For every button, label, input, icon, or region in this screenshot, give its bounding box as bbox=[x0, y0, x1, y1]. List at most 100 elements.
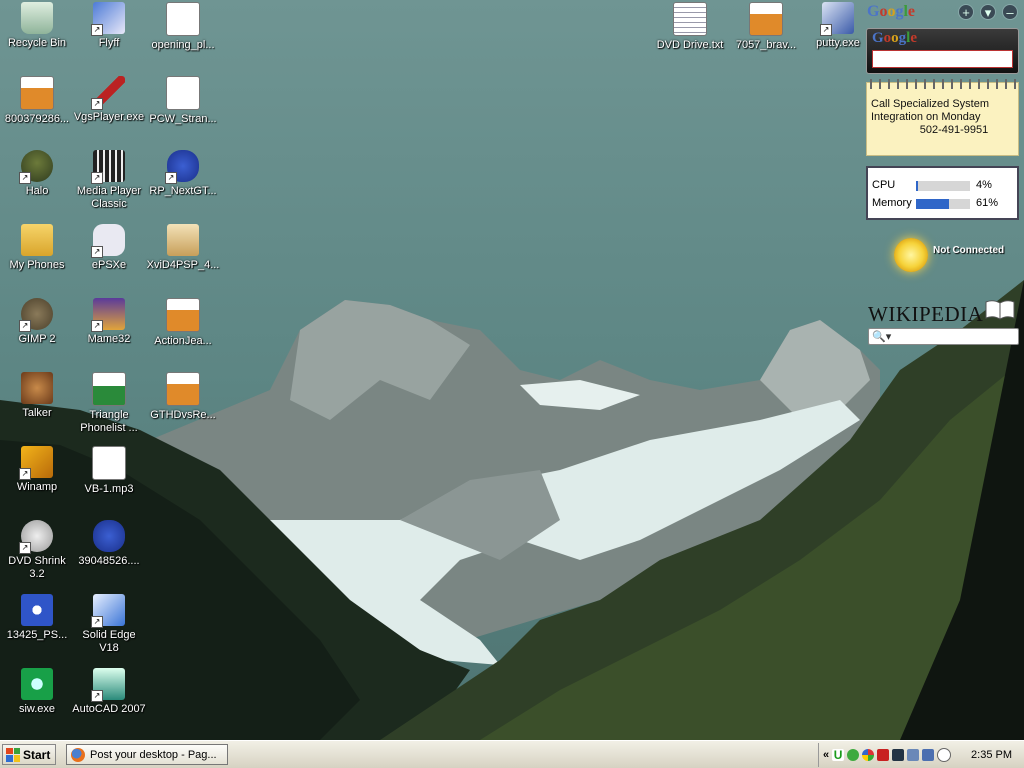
desktop-icon-label: opening_pl... bbox=[151, 39, 215, 51]
browser-tray-icon[interactable] bbox=[862, 749, 875, 761]
desktop-icon-label: Mame32 bbox=[87, 333, 131, 345]
shortcut-arrow-icon: ↗ bbox=[91, 98, 103, 110]
desktop-icon-label: AutoCAD 2007 bbox=[72, 703, 146, 715]
shortcut-arrow-icon: ↗ bbox=[91, 24, 103, 36]
desktop-icon[interactable]: opening_pl... bbox=[146, 2, 220, 52]
shortcut-arrow-icon: ↗ bbox=[91, 320, 103, 332]
weather-gadget[interactable]: Not Connected bbox=[888, 234, 1024, 278]
desktop-icon[interactable]: ↗ RP_NextGT... bbox=[146, 150, 220, 198]
desktop-icon-label: Flyff bbox=[98, 37, 120, 49]
putty-icon: ↗ bbox=[820, 2, 854, 36]
start-button[interactable]: Start bbox=[2, 744, 56, 765]
desktop-icon[interactable]: ActionJea... bbox=[146, 298, 220, 348]
shortcut-arrow-icon: ↗ bbox=[91, 616, 103, 628]
desktop-icon[interactable]: VB-1.mp3 bbox=[72, 446, 146, 496]
desktop-icon[interactable]: ↗ ePSXe bbox=[72, 224, 146, 272]
mp3-file-icon bbox=[92, 446, 126, 480]
image-file-icon bbox=[166, 298, 200, 332]
desktop-icon[interactable]: My Phones bbox=[0, 224, 74, 272]
display-tray-icon[interactable] bbox=[907, 749, 920, 761]
desktop-icon-label: XviD4PSP_4... bbox=[146, 259, 220, 271]
note-line-2: Integration on Monday bbox=[871, 111, 981, 123]
winamp-icon: ↗ bbox=[19, 446, 53, 480]
wikipedia-gadget: Wikipedia 🔍▾ bbox=[866, 296, 1020, 348]
memory-bar-fill bbox=[916, 199, 949, 209]
desktop-icon[interactable]: ↗ VgsPlayer.exe bbox=[72, 76, 146, 124]
desktop-icon-label: 7057_brav... bbox=[735, 39, 797, 51]
desktop-icon-label: Media Player Classic bbox=[76, 185, 142, 210]
desktop-icon[interactable]: 800379286... bbox=[0, 76, 74, 126]
desktop-icon-label: putty.exe bbox=[816, 37, 860, 49]
desktop-icon[interactable]: 13425_PS... bbox=[0, 594, 74, 642]
shield-tray-icon[interactable] bbox=[877, 749, 890, 761]
desktop-icon-label: Solid Edge V18 bbox=[82, 629, 136, 654]
cpu-value: 4% bbox=[976, 179, 992, 191]
desktop-icon-label: GIMP 2 bbox=[18, 333, 56, 345]
desktop-icon[interactable]: ↗ Mame32 bbox=[72, 298, 146, 346]
desktop-icon-label: 800379286... bbox=[4, 113, 70, 125]
spiral-app-icon bbox=[21, 594, 53, 626]
network-tray-icon[interactable] bbox=[922, 749, 935, 761]
google-search-gadget: Google bbox=[866, 28, 1019, 74]
desktop-icon[interactable]: PCW_Stran... bbox=[146, 76, 220, 126]
shortcut-arrow-icon: ↗ bbox=[165, 172, 177, 184]
shortcut-arrow-icon: ↗ bbox=[91, 690, 103, 702]
taskbar-window-firefox[interactable]: Post your desktop - Pag... bbox=[66, 744, 228, 765]
desktop-icon-label: Winamp bbox=[16, 481, 58, 493]
memory-row: Memory 61% bbox=[872, 197, 1012, 211]
desktop-icon[interactable]: XviD4PSP_4... bbox=[146, 224, 220, 272]
u-app-tray-icon[interactable]: U bbox=[832, 749, 845, 761]
desktop-icon[interactable]: 39048526.... bbox=[72, 520, 146, 568]
dvd-shrink-icon: ↗ bbox=[19, 520, 53, 554]
phone-folder-icon bbox=[21, 224, 53, 256]
search-icon: 🔍▾ bbox=[872, 331, 892, 343]
sidebar-menu-chevron-icon[interactable]: ▾ bbox=[980, 4, 996, 20]
shortcut-arrow-icon: ↗ bbox=[19, 542, 31, 554]
chat-bubble-tray-icon[interactable] bbox=[937, 748, 952, 762]
system-tray: « U 2:35 PM bbox=[818, 743, 1024, 767]
cpu-meter-gadget: CPU 4% Memory 61% bbox=[866, 166, 1019, 220]
desktop-icon[interactable]: ↗ Flyff bbox=[72, 2, 146, 50]
shortcut-arrow-icon: ↗ bbox=[19, 172, 31, 184]
desktop-icon[interactable]: DVD Drive.txt bbox=[653, 2, 727, 52]
desktop-icon[interactable]: ↗ Media Player Classic bbox=[72, 150, 146, 211]
sidebar-minimize-icon[interactable]: – bbox=[1002, 4, 1018, 20]
desktop-icon-label: GTHDvsRe... bbox=[150, 409, 216, 421]
notes-gadget[interactable]: Call Specialized System Integration on M… bbox=[866, 79, 1019, 156]
desktop-icon-label: VgsPlayer.exe bbox=[73, 111, 145, 123]
taskbar-window-title: Post your desktop - Pag... bbox=[90, 748, 217, 761]
desktop-icon[interactable]: ↗ Winamp bbox=[0, 446, 74, 494]
desktop-icon[interactable]: ↗ putty.exe bbox=[801, 2, 875, 50]
desktop-icon-label: DVD Drive.txt bbox=[656, 39, 724, 51]
desktop-icon[interactable]: ↗ DVD Shrink 3.2 bbox=[0, 520, 74, 581]
messenger-tray-icon[interactable] bbox=[847, 749, 860, 761]
monitor-tray-icon[interactable] bbox=[892, 749, 905, 761]
shortcut-arrow-icon: ↗ bbox=[91, 172, 103, 184]
add-gadget-icon[interactable]: + bbox=[958, 4, 974, 20]
kmz-file-icon bbox=[166, 76, 200, 110]
image-file-icon bbox=[166, 372, 200, 406]
desktop-icon-label: siw.exe bbox=[18, 703, 56, 715]
clock[interactable]: 2:35 PM bbox=[971, 749, 1012, 761]
cpu-label: CPU bbox=[872, 179, 896, 191]
desktop-icon-label: DVD Shrink 3.2 bbox=[8, 555, 66, 580]
desktop-icon-label: Triangle Phonelist ... bbox=[80, 409, 138, 434]
wikipedia-title: Wikipedia bbox=[868, 302, 984, 326]
desktop-icon[interactable]: ↗ AutoCAD 2007 bbox=[72, 668, 146, 716]
desktop-icon[interactable]: Triangle Phonelist ... bbox=[72, 372, 146, 435]
tray-expand-chevron[interactable]: « bbox=[823, 749, 829, 761]
desktop-icon[interactable]: Recycle Bin bbox=[0, 2, 74, 50]
google-logo: Google bbox=[872, 30, 918, 46]
installer-icon bbox=[167, 224, 199, 256]
desktop-icon[interactable]: GTHDvsRe... bbox=[146, 372, 220, 422]
desktop-icon[interactable]: Talker bbox=[0, 372, 74, 420]
google-search-input[interactable] bbox=[872, 50, 1013, 68]
desktop-icon[interactable]: ↗ GIMP 2 bbox=[0, 298, 74, 346]
desktop-icon[interactable]: ↗ Halo bbox=[0, 150, 74, 198]
frog-icon: ↗ bbox=[165, 150, 199, 184]
desktop-icon[interactable]: 7057_brav... bbox=[729, 2, 803, 52]
halo-icon: ↗ bbox=[19, 150, 53, 184]
desktop-icon[interactable]: siw.exe bbox=[0, 668, 74, 716]
desktop-icon[interactable]: ↗ Solid Edge V18 bbox=[72, 594, 146, 655]
memory-label: Memory bbox=[872, 197, 912, 209]
